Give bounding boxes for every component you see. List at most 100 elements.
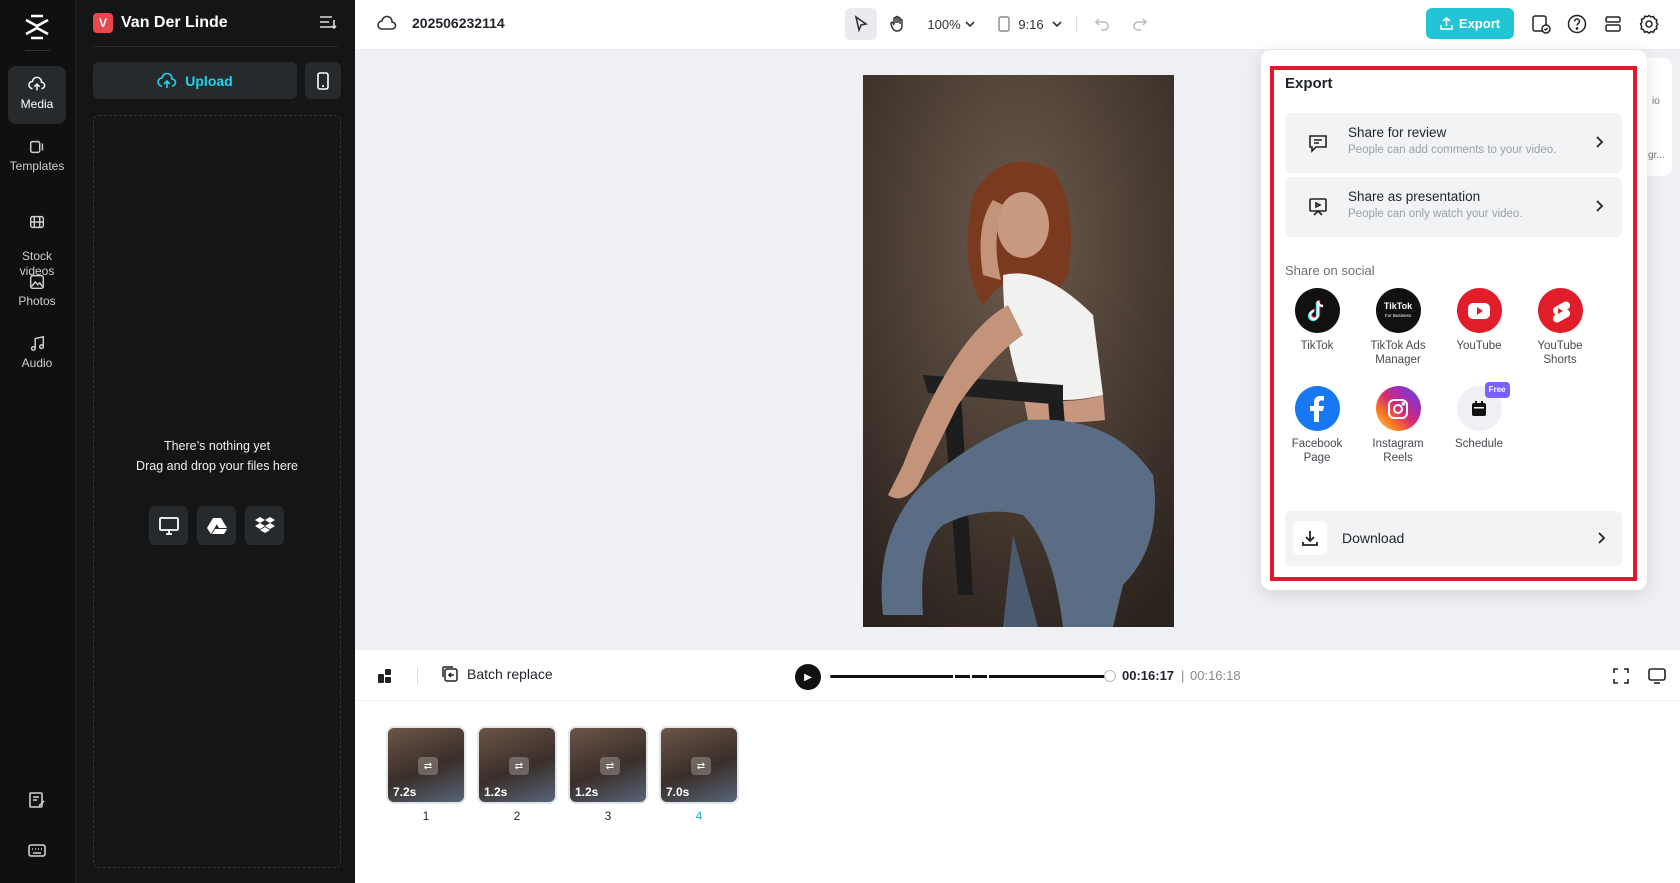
instagram-icon: [1375, 386, 1421, 431]
timeline: ⇄ 7.2s 1 ⇄ 1.2s 2 ⇄ 1.2s 3 ⇄ 7.0s 4: [355, 701, 1680, 883]
monitor-icon: [158, 516, 179, 535]
download-option[interactable]: Download: [1285, 511, 1622, 566]
segment-marker: [987, 674, 989, 679]
zoom-select[interactable]: 100%: [923, 8, 979, 40]
dropzone[interactable]: There’s nothing yet Drag and drop your f…: [93, 115, 341, 868]
toolbar-divider: [1076, 16, 1077, 32]
cloud-sync-icon[interactable]: [377, 14, 397, 34]
help-icon[interactable]: [1566, 13, 1588, 35]
fullscreen-icon[interactable]: [1611, 666, 1631, 686]
replace-icon: ⇄: [691, 757, 711, 775]
film-icon: [29, 215, 45, 229]
clip-index: 2: [513, 809, 521, 823]
social-instagram-reels[interactable]: Instagram Reels: [1362, 386, 1434, 465]
calendar-icon: Free: [1456, 382, 1510, 431]
social-facebook-page[interactable]: Facebook Page: [1281, 386, 1353, 465]
tiktok-icon: [1294, 288, 1340, 333]
share-for-review-option[interactable]: Share for review People can add comments…: [1285, 113, 1622, 173]
social-label: YouTube: [1456, 340, 1502, 352]
rail-divider: [25, 50, 50, 51]
aspect-ratio-select[interactable]: 9:16: [995, 8, 1065, 40]
video-preview[interactable]: [863, 75, 1174, 627]
smart-tools-icon[interactable]: [375, 666, 395, 686]
timeline-clip[interactable]: ⇄ 7.2s 1: [386, 726, 466, 823]
undo-button[interactable]: [1090, 8, 1114, 40]
time-separator: |: [1181, 668, 1185, 683]
clip-index: 1: [422, 809, 430, 823]
redo-button[interactable]: [1128, 8, 1152, 40]
comment-icon: [1309, 135, 1327, 153]
social-youtube-shorts[interactable]: YouTube Shorts: [1524, 288, 1596, 367]
publish-settings-icon[interactable]: [1530, 13, 1552, 35]
phone-upload-button[interactable]: [305, 62, 341, 99]
cloud-upload-icon: [157, 72, 177, 88]
batch-replace-icon: [442, 666, 458, 682]
top-bar: 202506232114 100% 9:16 Export: [355, 0, 1680, 50]
share-presentation-subtitle: People can only watch your video.: [1348, 208, 1523, 220]
sidebar-item-audio[interactable]: Audio: [8, 335, 66, 375]
share-presentation-title: Share as presentation: [1348, 189, 1481, 204]
social-schedule[interactable]: Free Schedule: [1443, 382, 1515, 451]
project-name: Van Der Linde: [121, 14, 228, 31]
select-tool-button[interactable]: [845, 8, 877, 40]
social-youtube[interactable]: YouTube: [1443, 288, 1515, 353]
music-note-icon: [30, 335, 45, 352]
replace-icon: ⇄: [509, 757, 529, 775]
replace-icon: ⇄: [418, 757, 438, 775]
preview-frame-image: [863, 75, 1174, 627]
clip-thumbnail: ⇄ 1.2s: [568, 726, 648, 804]
timeline-clip[interactable]: ⇄ 1.2s 2: [477, 726, 557, 823]
preview-monitor-icon[interactable]: [1647, 666, 1667, 686]
sidebar-item-label: Audio: [21, 356, 53, 370]
sidebar-item-media[interactable]: Media: [8, 66, 66, 124]
social-label: YouTube Shorts: [1537, 340, 1583, 366]
sidebar-item-templates[interactable]: Templates: [8, 138, 66, 178]
sidebar-item-photos[interactable]: Photos: [8, 273, 66, 313]
share-on-social-heading: Share on social: [1285, 263, 1375, 278]
keyboard-icon[interactable]: [27, 840, 47, 860]
chevron-right-icon: [1598, 532, 1606, 544]
social-label: Schedule: [1455, 438, 1503, 450]
batch-replace-label: Batch replace: [467, 666, 553, 682]
clip-thumbnail: ⇄ 7.0s: [659, 726, 739, 804]
dropbox-button[interactable]: [245, 506, 284, 545]
export-title: Export: [1285, 75, 1333, 92]
export-button[interactable]: Export: [1426, 8, 1514, 39]
player-bar: Batch replace ▶ 00:16:17 | 00:16:18: [355, 650, 1680, 701]
scrubber[interactable]: [830, 670, 1116, 682]
notes-edit-icon[interactable]: [27, 790, 47, 810]
export-label: Export: [1458, 16, 1501, 31]
play-button[interactable]: ▶: [795, 664, 821, 690]
google-drive-button[interactable]: [197, 506, 236, 545]
timeline-clip[interactable]: ⇄ 1.2s 3: [568, 726, 648, 823]
social-tiktok-ads-manager[interactable]: TikTok For Business TikTok Ads Manager: [1362, 288, 1434, 367]
project-id[interactable]: 202506232114: [412, 15, 505, 31]
capcut-logo-icon[interactable]: [22, 12, 52, 42]
empty-state: There’s nothing yet Drag and drop your f…: [94, 436, 340, 476]
gear-icon[interactable]: [1638, 13, 1660, 35]
segment-marker: [970, 674, 972, 679]
tiktok-ads-icon: TikTok For Business: [1375, 288, 1421, 333]
project-header[interactable]: V Van Der Linde: [93, 12, 228, 34]
hand-tool-button[interactable]: [881, 8, 913, 40]
menu-lines-icon[interactable]: [319, 14, 337, 30]
aspect-ratio-icon: [998, 16, 1011, 32]
timeline-clip[interactable]: ⇄ 7.0s 4: [659, 726, 739, 823]
sidebar-item-label: Photos: [18, 294, 56, 308]
clip-index: 3: [604, 809, 612, 823]
batch-replace-button[interactable]: Batch replace: [441, 665, 553, 683]
share-as-presentation-option[interactable]: Share as presentation People can only wa…: [1285, 177, 1622, 237]
sidebar-item-stock-videos[interactable]: Stock videos: [8, 198, 66, 278]
dropbox-icon: [254, 516, 275, 533]
clip-duration: 1.2s: [575, 785, 599, 799]
image-icon: [29, 274, 45, 290]
layers-icon[interactable]: [1602, 13, 1624, 35]
upload-button[interactable]: Upload: [93, 62, 297, 99]
total-time: 00:16:18: [1190, 668, 1241, 683]
social-tiktok[interactable]: TikTok: [1281, 288, 1353, 353]
clip-thumbnail: ⇄ 1.2s: [477, 726, 557, 804]
scrubber-handle[interactable]: [1104, 670, 1116, 682]
redo-icon: [1133, 18, 1148, 31]
local-computer-button[interactable]: [149, 506, 188, 545]
youtube-icon: [1456, 288, 1502, 333]
